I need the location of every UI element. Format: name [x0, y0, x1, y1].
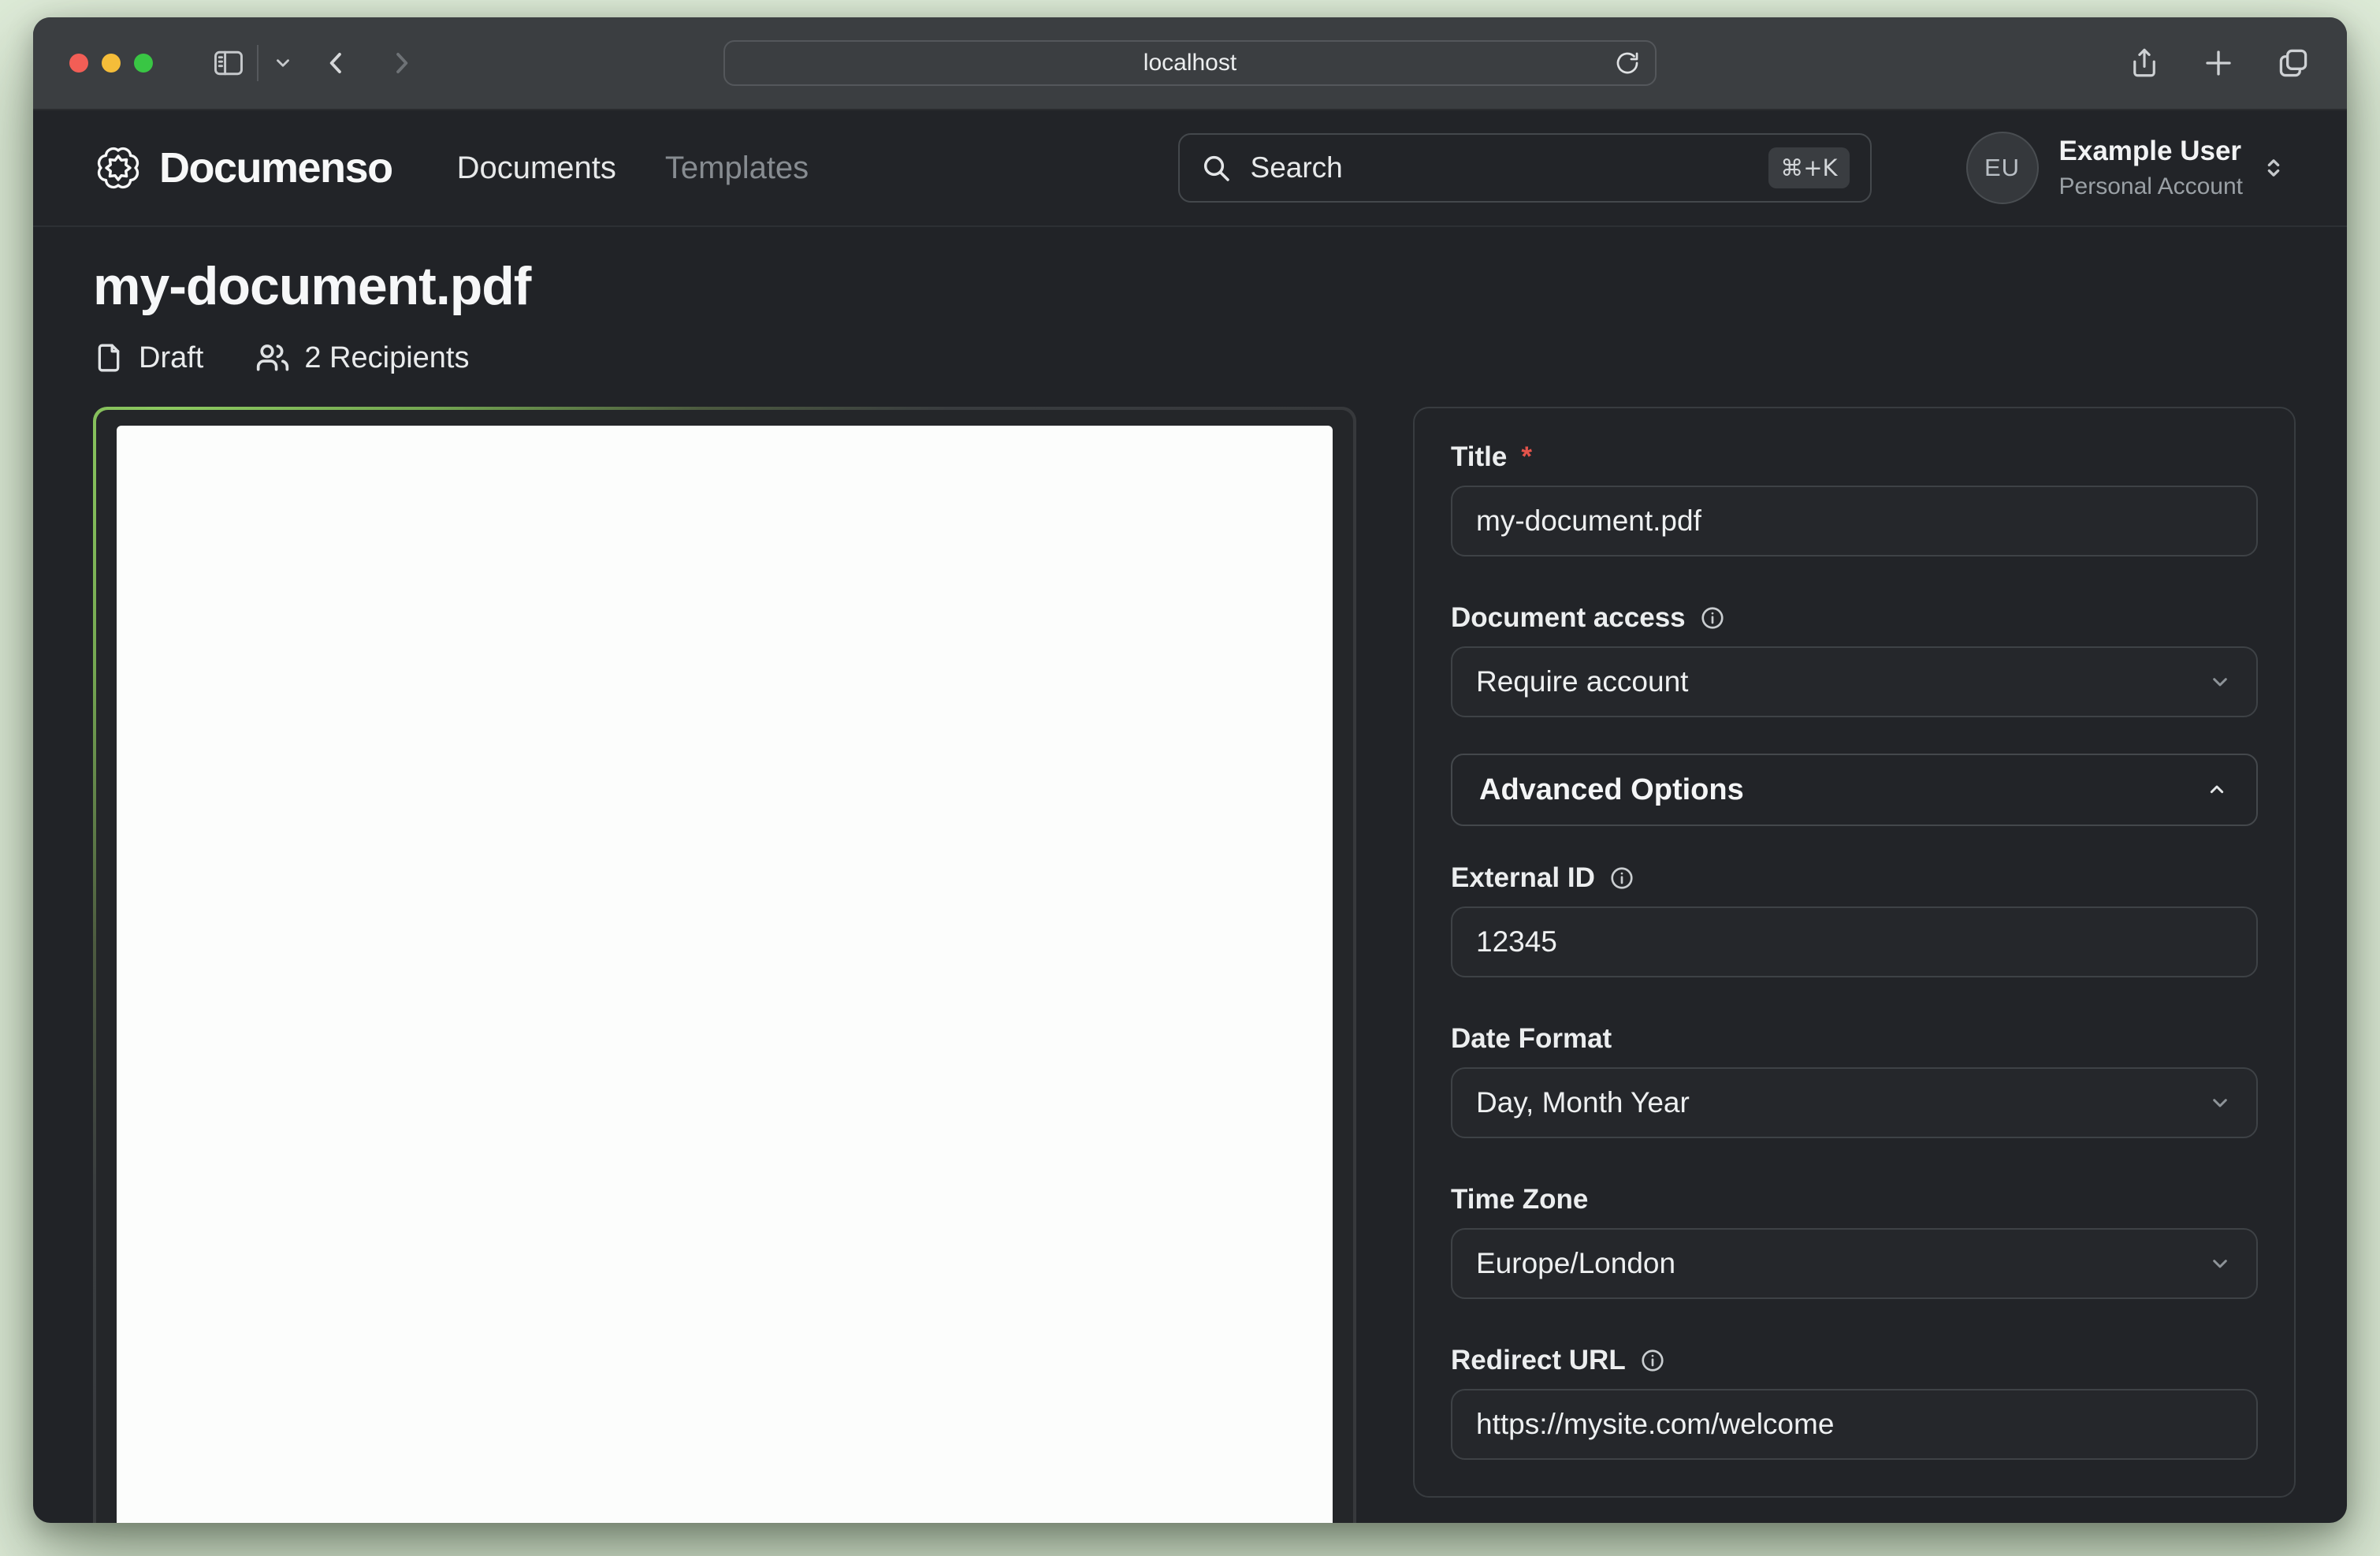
users-icon: [255, 341, 290, 375]
documenso-logo-icon: [93, 143, 143, 193]
page-title: my-document.pdf: [93, 255, 2287, 317]
brand-name: Documenso: [159, 143, 392, 192]
search-icon: [1200, 152, 1232, 184]
toolbar-divider: [257, 45, 258, 81]
document-settings-panel: Title * Document access: [1413, 407, 2296, 1498]
date-format-label: Date Format: [1451, 1023, 2258, 1055]
info-icon[interactable]: [1640, 1348, 1665, 1373]
browser-toolbar: localhost: [33, 17, 2347, 110]
external-id-field-group: External ID: [1451, 862, 2258, 977]
time-zone-select[interactable]: Europe/London: [1451, 1228, 2258, 1299]
search-shortcut-badge: ⌘+K: [1768, 147, 1849, 188]
redirect-url-input[interactable]: [1451, 1389, 2258, 1460]
advanced-options-toggle[interactable]: Advanced Options: [1451, 754, 2258, 826]
date-format-select[interactable]: Day, Month Year: [1451, 1067, 2258, 1138]
window-controls: [69, 54, 153, 73]
back-icon[interactable]: [322, 48, 351, 78]
redirect-url-label: Redirect URL: [1451, 1345, 2258, 1376]
user-meta: Example User Personal Account: [2059, 136, 2243, 200]
redirect-url-label-text: Redirect URL: [1451, 1345, 1626, 1376]
new-tab-icon[interactable]: [2202, 47, 2235, 80]
time-zone-label-text: Time Zone: [1451, 1184, 1588, 1215]
chevrons-up-down-icon: [2260, 154, 2287, 181]
share-icon[interactable]: [2128, 47, 2161, 80]
document-access-select[interactable]: Require account: [1451, 646, 2258, 717]
document-edit-page: my-document.pdf Draft: [33, 255, 2347, 1523]
title-field-group: Title *: [1451, 441, 2258, 557]
main-nav: Documents Templates: [457, 151, 809, 186]
external-id-input[interactable]: [1451, 906, 2258, 977]
nav-documents[interactable]: Documents: [457, 151, 616, 186]
reload-icon[interactable]: [1614, 50, 1641, 76]
app-header: Documenso Documents Templates Search ⌘+K…: [33, 110, 2347, 227]
document-preview-card: [93, 407, 1356, 1523]
toolbar-left-group: [211, 45, 416, 81]
recipients-text: 2 Recipients: [304, 341, 469, 375]
chevron-up-icon: [2204, 777, 2229, 802]
chevron-down-icon: [2207, 1251, 2233, 1276]
user-menu[interactable]: EU Example User Personal Account: [1966, 132, 2287, 204]
browser-window: localhost: [33, 17, 2347, 1523]
address-bar-url: localhost: [1144, 50, 1236, 76]
toolbar-right-group: [2128, 46, 2311, 80]
time-zone-field-group: Time Zone Europe/London: [1451, 1184, 2258, 1299]
status-text: Draft: [139, 341, 203, 375]
nav-templates[interactable]: Templates: [665, 151, 809, 186]
search-input[interactable]: Search ⌘+K: [1178, 133, 1872, 203]
info-icon[interactable]: [1609, 865, 1634, 891]
external-id-label-text: External ID: [1451, 862, 1595, 894]
redirect-url-field-group: Redirect URL: [1451, 1345, 2258, 1460]
document-access-value: Require account: [1476, 665, 1688, 698]
sidebar-toggle-icon[interactable]: [211, 46, 246, 80]
zoom-window-button[interactable]: [134, 54, 153, 73]
chevron-down-icon: [2207, 1090, 2233, 1115]
date-format-field-group: Date Format Day, Month Year: [1451, 1023, 2258, 1138]
date-format-label-text: Date Format: [1451, 1023, 1612, 1055]
close-window-button[interactable]: [69, 54, 88, 73]
forward-icon[interactable]: [386, 48, 416, 78]
document-access-label: Document access: [1451, 602, 2258, 634]
title-input[interactable]: [1451, 486, 2258, 557]
recipients-badge: 2 Recipients: [255, 341, 469, 375]
tab-overview-icon[interactable]: [2276, 46, 2311, 80]
chevron-down-icon: [2207, 669, 2233, 694]
advanced-options-label: Advanced Options: [1479, 773, 1744, 807]
time-zone-label: Time Zone: [1451, 1184, 2258, 1215]
file-icon: [93, 342, 125, 374]
brand[interactable]: Documenso: [93, 143, 392, 193]
user-name: Example User: [2059, 136, 2243, 167]
document-access-label-text: Document access: [1451, 602, 1686, 634]
content-row: Title * Document access: [93, 407, 2287, 1523]
document-preview-inner: [96, 410, 1353, 1523]
title-label: Title *: [1451, 441, 2258, 473]
time-zone-value: Europe/London: [1476, 1247, 1675, 1280]
sidebar-menu-chevron-icon[interactable]: [273, 53, 293, 73]
date-format-value: Day, Month Year: [1476, 1086, 1690, 1119]
external-id-label: External ID: [1451, 862, 2258, 894]
info-icon[interactable]: [1700, 605, 1725, 631]
minimize-window-button[interactable]: [102, 54, 121, 73]
user-account: Personal Account: [2059, 173, 2243, 200]
required-asterisk: *: [1521, 441, 1532, 473]
title-label-text: Title: [1451, 441, 1507, 473]
status-badge: Draft: [93, 341, 203, 375]
document-access-field-group: Document access Require account: [1451, 602, 2258, 717]
search-placeholder: Search: [1251, 151, 1343, 184]
avatar: EU: [1966, 132, 2039, 204]
address-bar[interactable]: localhost: [723, 40, 1657, 86]
pdf-page: [117, 426, 1333, 1523]
document-meta: Draft 2 Recipients: [93, 341, 2287, 375]
